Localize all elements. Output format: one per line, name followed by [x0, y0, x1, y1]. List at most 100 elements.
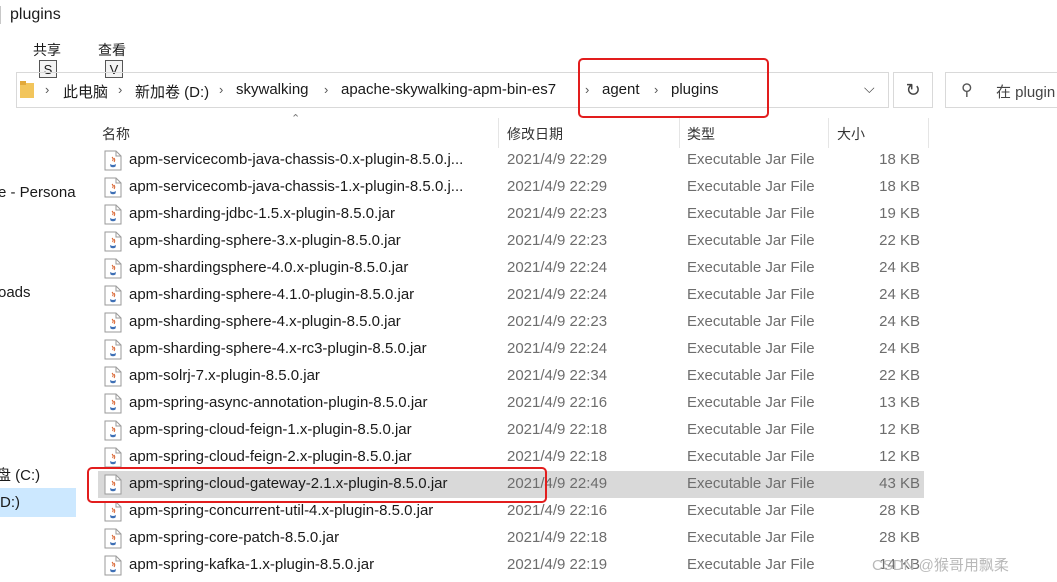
chevron-right-icon[interactable]: ›: [219, 82, 223, 97]
file-row[interactable]: apm-shardingsphere-4.0.x-plugin-8.5.0.ja…: [98, 255, 924, 282]
nav-item-downloads[interactable]: oads: [0, 284, 31, 301]
file-type: Executable Jar File: [687, 340, 815, 357]
sort-ascending-icon: ⌃: [291, 113, 301, 125]
breadcrumb-apm-bin[interactable]: apache-skywalking-apm-bin-es7: [341, 81, 556, 98]
file-name: apm-sharding-jdbc-1.5.x-plugin-8.5.0.jar: [129, 205, 395, 222]
file-type: Executable Jar File: [687, 286, 815, 303]
file-type: Executable Jar File: [687, 529, 815, 546]
file-row[interactable]: apm-spring-async-annotation-plugin-8.5.0…: [98, 390, 924, 417]
title-divider: [0, 6, 1, 24]
file-type: Executable Jar File: [687, 313, 815, 330]
java-jar-file-icon: [104, 231, 122, 252]
java-jar-file-icon: [104, 366, 122, 387]
column-divider[interactable]: [679, 118, 680, 148]
file-modified-date: 2021/4/9 22:23: [507, 232, 608, 249]
file-modified-date: 2021/4/9 22:19: [507, 556, 608, 573]
file-name: apm-spring-cloud-feign-2.x-plugin-8.5.0.…: [129, 448, 412, 465]
file-modified-date: 2021/4/9 22:16: [507, 502, 608, 519]
file-row[interactable]: apm-sharding-sphere-4.x-rc3-plugin-8.5.0…: [98, 336, 924, 363]
file-name: apm-sharding-sphere-3.x-plugin-8.5.0.jar: [129, 232, 401, 249]
java-jar-file-icon: [104, 555, 122, 576]
file-row[interactable]: apm-sharding-sphere-4.1.0-plugin-8.5.0.j…: [98, 282, 924, 309]
java-jar-file-icon: [104, 393, 122, 414]
file-size: 12 KB: [879, 448, 920, 465]
chevron-right-icon[interactable]: ›: [324, 82, 328, 97]
file-size: 18 KB: [879, 178, 920, 195]
file-row[interactable]: apm-spring-core-patch-8.5.0.jar 2021/4/9 …: [98, 525, 924, 552]
nav-item-drive-c[interactable]: 盘 (C:): [0, 464, 40, 485]
file-modified-date: 2021/4/9 22:23: [507, 205, 608, 222]
file-size: 24 KB: [879, 286, 920, 303]
breadcrumb-this-pc[interactable]: 此电脑: [63, 81, 108, 102]
ribbon-tab-view[interactable]: 查看: [98, 40, 126, 60]
file-name: apm-spring-concurrent-util-4.x-plugin-8.…: [129, 502, 434, 519]
file-size: 24 KB: [879, 340, 920, 357]
file-size: 18 KB: [879, 151, 920, 168]
file-size: 22 KB: [879, 232, 920, 249]
column-header-size[interactable]: 大小: [837, 124, 865, 144]
file-modified-date: 2021/4/9 22:23: [507, 313, 608, 330]
java-jar-file-icon: [104, 150, 122, 171]
file-modified-date: 2021/4/9 22:24: [507, 286, 608, 303]
file-type: Executable Jar File: [687, 502, 815, 519]
column-header-type[interactable]: 类型: [687, 124, 715, 144]
file-row[interactable]: apm-servicecomb-java-chassis-1.x-plugin-…: [98, 174, 924, 201]
breadcrumb-skywalking[interactable]: skywalking: [236, 81, 309, 98]
file-type: Executable Jar File: [687, 259, 815, 276]
column-divider[interactable]: [928, 118, 929, 148]
file-name: apm-servicecomb-java-chassis-1.x-plugin-…: [129, 178, 464, 195]
file-name: apm-spring-async-annotation-plugin-8.5.0…: [129, 394, 428, 411]
chevron-down-icon[interactable]: ⌵: [864, 80, 875, 97]
file-modified-date: 2021/4/9 22:29: [507, 151, 608, 168]
file-modified-date: 2021/4/9 22:24: [507, 259, 608, 276]
search-icon: ⚲: [961, 82, 973, 99]
column-header-name[interactable]: 名称: [102, 124, 130, 144]
search-placeholder: 在 plugin: [996, 84, 1056, 101]
file-row[interactable]: apm-sharding-sphere-4.x-plugin-8.5.0.jar…: [98, 309, 924, 336]
ribbon-tab-share[interactable]: 共享: [33, 40, 61, 60]
highlight-box-gateway: [87, 467, 547, 503]
column-divider[interactable]: [498, 118, 499, 148]
file-size: 24 KB: [879, 259, 920, 276]
file-name: apm-shardingsphere-4.0.x-plugin-8.5.0.ja…: [129, 259, 409, 276]
java-jar-file-icon: [104, 177, 122, 198]
file-modified-date: 2021/4/9 22:16: [507, 394, 608, 411]
file-type: Executable Jar File: [687, 205, 815, 222]
file-modified-date: 2021/4/9 22:24: [507, 340, 608, 357]
java-jar-file-icon: [104, 312, 122, 333]
file-name: apm-spring-cloud-feign-1.x-plugin-8.5.0.…: [129, 421, 412, 438]
file-type: Executable Jar File: [687, 421, 815, 438]
breadcrumb-drive-d[interactable]: 新加卷 (D:): [135, 81, 209, 102]
file-name: apm-sharding-sphere-4.1.0-plugin-8.5.0.j…: [129, 286, 415, 303]
file-name: apm-spring-core-patch-8.5.0.jar: [129, 529, 340, 546]
java-jar-file-icon: [104, 339, 122, 360]
file-row[interactable]: apm-spring-kafka-1.x-plugin-8.5.0.jar 202…: [98, 552, 924, 579]
file-row[interactable]: apm-servicecomb-java-chassis-0.x-plugin-…: [98, 147, 924, 174]
file-modified-date: 2021/4/9 22:34: [507, 367, 608, 384]
chevron-right-icon[interactable]: ›: [118, 82, 122, 97]
file-size: 24 KB: [879, 313, 920, 330]
chevron-right-icon[interactable]: ›: [45, 82, 49, 97]
file-row[interactable]: apm-sharding-jdbc-1.5.x-plugin-8.5.0.jar…: [98, 201, 924, 228]
file-row[interactable]: apm-sharding-sphere-3.x-plugin-8.5.0.jar…: [98, 228, 924, 255]
file-row[interactable]: apm-solrj-7.x-plugin-8.5.0.jar 2021/4/9 2…: [98, 363, 924, 390]
column-divider[interactable]: [828, 118, 829, 148]
nav-item-drive-d[interactable]: D:): [0, 494, 20, 511]
file-name: apm-spring-kafka-1.x-plugin-8.5.0.jar: [129, 556, 375, 573]
java-jar-file-icon: [104, 447, 122, 468]
window-title: plugins: [10, 6, 61, 23]
file-type: Executable Jar File: [687, 475, 815, 492]
file-type: Executable Jar File: [687, 556, 815, 573]
file-size: 13 KB: [879, 394, 920, 411]
file-row[interactable]: apm-spring-cloud-feign-1.x-plugin-8.5.0.…: [98, 417, 924, 444]
refresh-icon[interactable]: ↻: [893, 72, 933, 108]
java-jar-file-icon: [104, 204, 122, 225]
nav-item-onedrive[interactable]: e - Persona: [0, 184, 76, 201]
file-type: Executable Jar File: [687, 394, 815, 411]
java-jar-file-icon: [104, 501, 122, 522]
file-modified-date: 2021/4/9 22:18: [507, 448, 608, 465]
java-jar-file-icon: [104, 258, 122, 279]
title-bar: plugins: [0, 0, 1057, 34]
column-header-date[interactable]: 修改日期: [507, 124, 563, 144]
file-modified-date: 2021/4/9 22:18: [507, 421, 608, 438]
